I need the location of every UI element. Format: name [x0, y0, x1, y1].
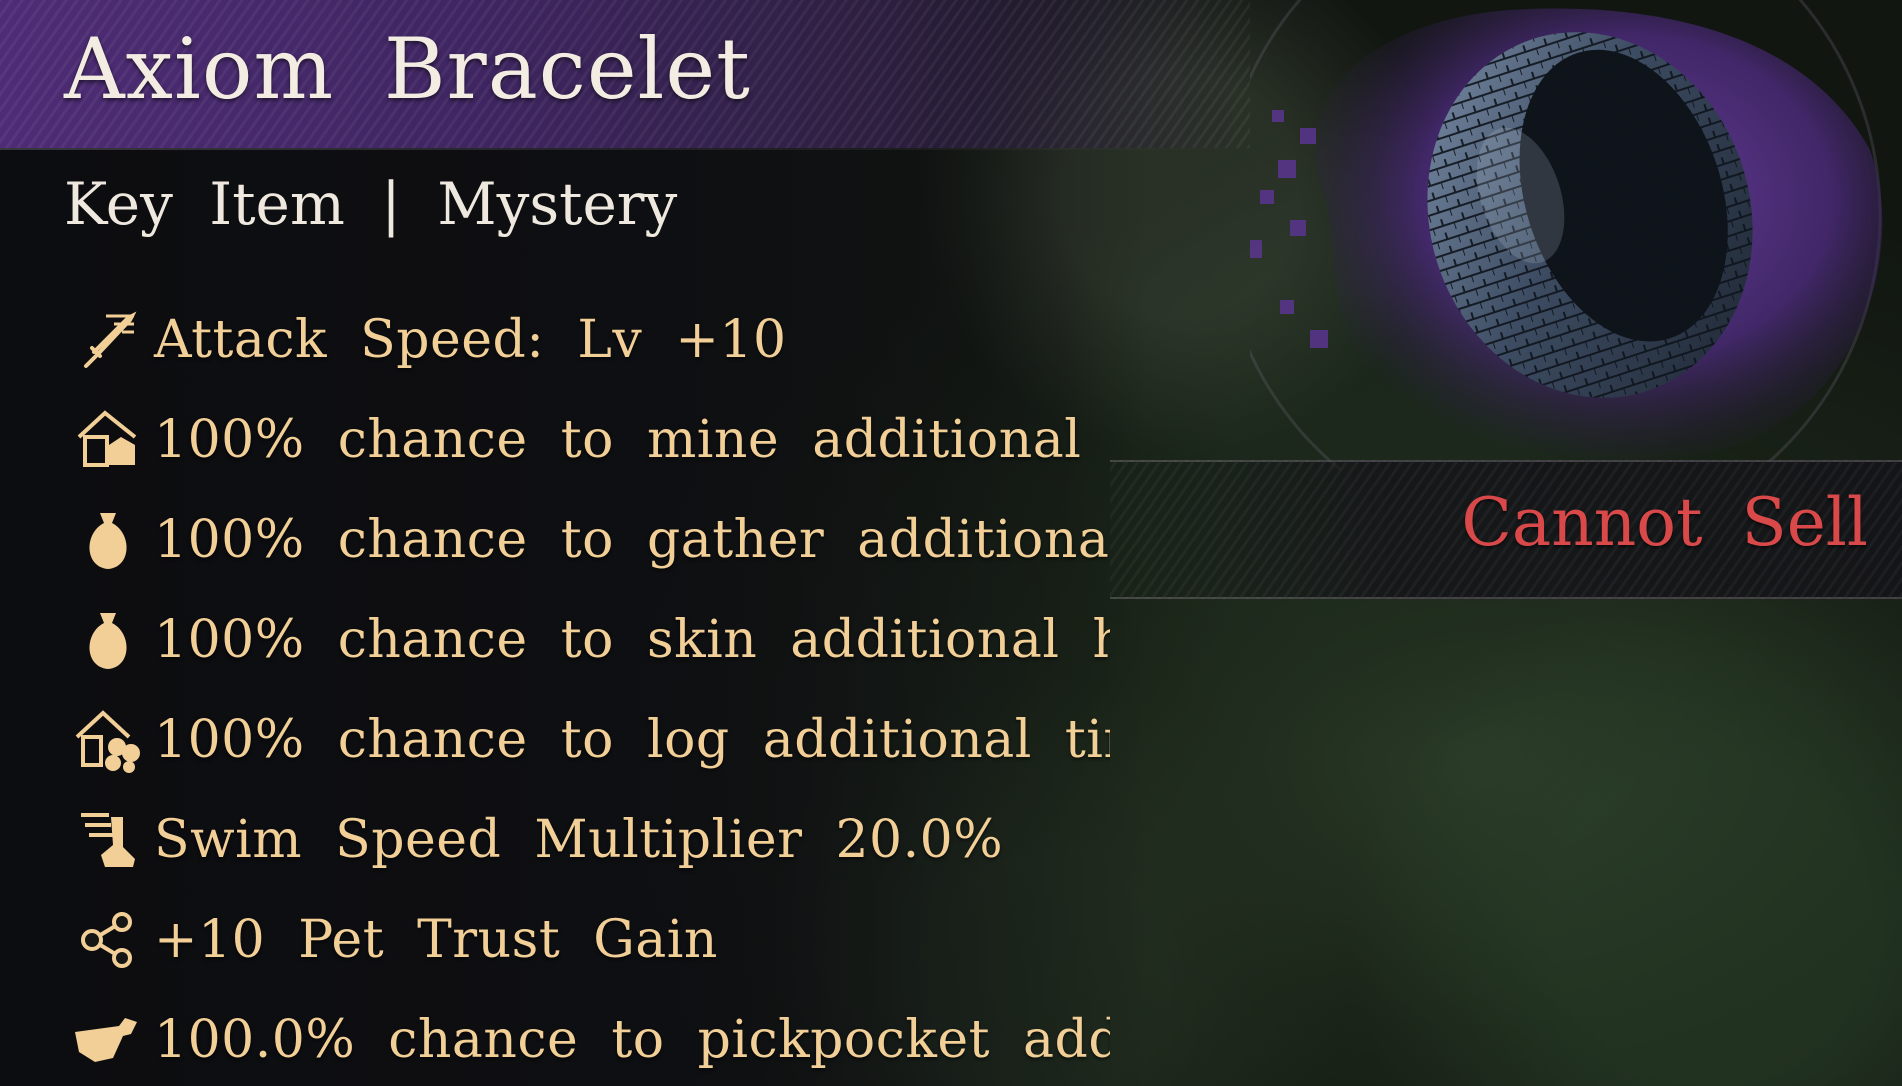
mining-camp-icon — [70, 402, 146, 478]
stat-text: Swim Speed Multiplier 20.0% — [154, 810, 1004, 870]
attack-speed-sword-icon — [70, 302, 146, 378]
stat-text: 100% chance to mine additional o — [154, 410, 1110, 470]
gather-sack-icon — [70, 502, 146, 578]
stat-text: 100% chance to log additional tin — [154, 710, 1110, 770]
stat-text: Attack Speed: Lv +10 — [154, 310, 787, 370]
stat-text: 100.0% chance to pickpocket addi — [154, 1010, 1110, 1070]
stat-row: +10 Pet Trust Gain — [70, 890, 1110, 990]
swim-speed-boot-icon — [70, 802, 146, 878]
axiom-bracelet-image — [1250, 0, 1883, 470]
cannot-sell-label: Cannot Sell — [1461, 484, 1868, 561]
sell-status-band: Cannot Sell — [1110, 460, 1902, 599]
stat-row: 100.0% chance to pickpocket addi — [70, 990, 1110, 1080]
stat-row: 100% chance to mine additional o — [70, 390, 1110, 490]
stat-text: 100% chance to skin additional h — [154, 610, 1110, 670]
stat-list: Attack Speed: Lv +10 100% chance to mine… — [70, 290, 1110, 1080]
item-title: Axiom Bracelet — [64, 20, 751, 118]
stat-row: Attack Speed: Lv +10 — [70, 290, 1110, 390]
title-divider — [0, 148, 1250, 150]
stat-row: 100% chance to gather additional — [70, 490, 1110, 590]
logging-camp-icon — [70, 702, 146, 778]
stat-row: Swim Speed Multiplier 20.0% — [70, 790, 1110, 890]
item-category: Key Item | Mystery — [64, 170, 678, 238]
stat-row: 100% chance to skin additional h — [70, 590, 1110, 690]
pickpocket-hand-icon — [70, 1002, 146, 1078]
stat-text: +10 Pet Trust Gain — [154, 910, 718, 970]
stat-text: 100% chance to gather additional — [154, 510, 1110, 570]
pet-trust-share-icon — [70, 902, 146, 978]
stat-row: 100% chance to log additional tin — [70, 690, 1110, 790]
skin-sack-icon — [70, 602, 146, 678]
